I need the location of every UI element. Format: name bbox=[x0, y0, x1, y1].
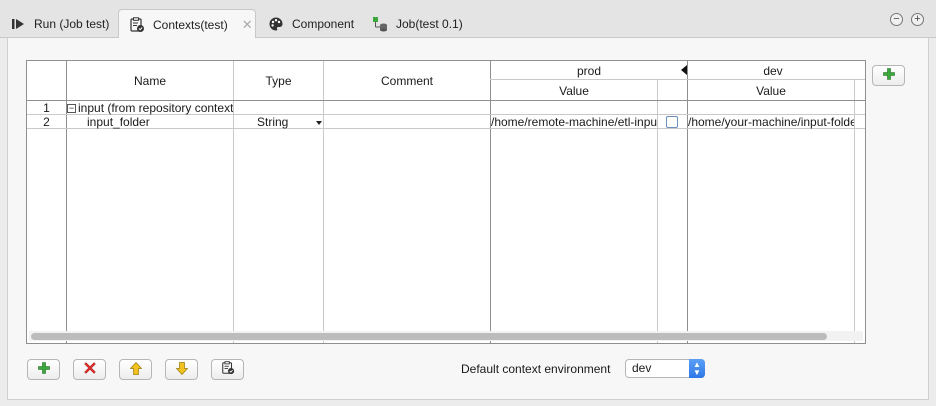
arrow-down-icon bbox=[175, 361, 188, 378]
header-prod[interactable]: prod bbox=[491, 64, 687, 78]
default-env-label: Default context environment bbox=[461, 362, 611, 376]
row-number: 2 bbox=[43, 115, 50, 129]
row-number: 1 bbox=[43, 101, 50, 115]
header-type[interactable]: Type bbox=[234, 74, 323, 88]
collapse-tree-icon[interactable]: − bbox=[67, 104, 76, 114]
tab-run[interactable]: Run (Job test) bbox=[0, 9, 119, 39]
remove-variable-button[interactable] bbox=[73, 359, 106, 380]
plus-icon bbox=[37, 362, 50, 377]
header-name[interactable]: Name bbox=[67, 74, 233, 88]
default-env-select[interactable]: dev ▲ ▼ bbox=[625, 359, 705, 378]
arrow-up-icon bbox=[129, 361, 142, 378]
context-table: Name Type Comment prod Value dev Value 1… bbox=[26, 60, 866, 344]
tab-run-label: Run (Job test) bbox=[34, 17, 110, 31]
header-prod-value[interactable]: Value bbox=[491, 84, 657, 98]
add-variable-button[interactable] bbox=[27, 359, 60, 380]
dev-value[interactable]: /home/your-machine/input-folder bbox=[688, 115, 854, 129]
manage-contexts-button[interactable] bbox=[211, 359, 244, 380]
editor-tab-bar: Run (Job test) Contexts(test) ✕ Componen… bbox=[0, 0, 936, 39]
header-dev-value[interactable]: Value bbox=[688, 84, 854, 98]
move-up-button[interactable] bbox=[119, 359, 152, 380]
horizontal-scrollbar[interactable] bbox=[29, 331, 863, 341]
prompt-checkbox[interactable] bbox=[666, 116, 678, 128]
collapse-arrow-icon[interactable] bbox=[681, 65, 687, 75]
delete-x-icon bbox=[83, 362, 96, 377]
palette-icon bbox=[268, 16, 284, 32]
tab-contexts-label: Contexts(test) bbox=[153, 17, 228, 32]
tab-job-label: Job(test 0.1) bbox=[396, 17, 463, 31]
tab-component[interactable]: Component bbox=[258, 9, 364, 39]
tab-job[interactable]: Job(test 0.1) bbox=[362, 9, 473, 39]
contexts-icon bbox=[221, 361, 235, 378]
close-icon[interactable]: ✕ bbox=[242, 17, 253, 33]
table-row[interactable]: − input (from repository context bbox=[67, 101, 233, 115]
variable-name[interactable]: input_folder bbox=[87, 115, 233, 129]
prod-value[interactable]: /home/remote-machine/etl-input bbox=[491, 115, 657, 129]
move-down-button[interactable] bbox=[165, 359, 198, 380]
contexts-icon bbox=[129, 16, 145, 33]
add-context-button[interactable] bbox=[872, 65, 905, 86]
header-comment[interactable]: Comment bbox=[324, 74, 490, 88]
default-env-value: dev bbox=[632, 361, 652, 375]
variable-type[interactable]: String bbox=[257, 115, 307, 129]
run-icon bbox=[10, 16, 26, 32]
dropdown-arrow-icon[interactable] bbox=[316, 121, 322, 125]
scrollbar-thumb[interactable] bbox=[31, 333, 827, 340]
group-name: input (from repository context bbox=[78, 101, 233, 115]
minimize-button[interactable]: − bbox=[890, 13, 903, 26]
header-dev[interactable]: dev bbox=[688, 64, 858, 78]
job-icon bbox=[372, 16, 388, 32]
plus-icon bbox=[882, 68, 895, 83]
contexts-panel: Name Type Comment prod Value dev Value 1… bbox=[7, 38, 929, 400]
select-arrows-icon: ▲ ▼ bbox=[689, 359, 705, 378]
tab-contexts[interactable]: Contexts(test) ✕ bbox=[118, 9, 256, 39]
maximize-button[interactable]: + bbox=[911, 13, 924, 26]
tab-component-label: Component bbox=[292, 17, 355, 31]
